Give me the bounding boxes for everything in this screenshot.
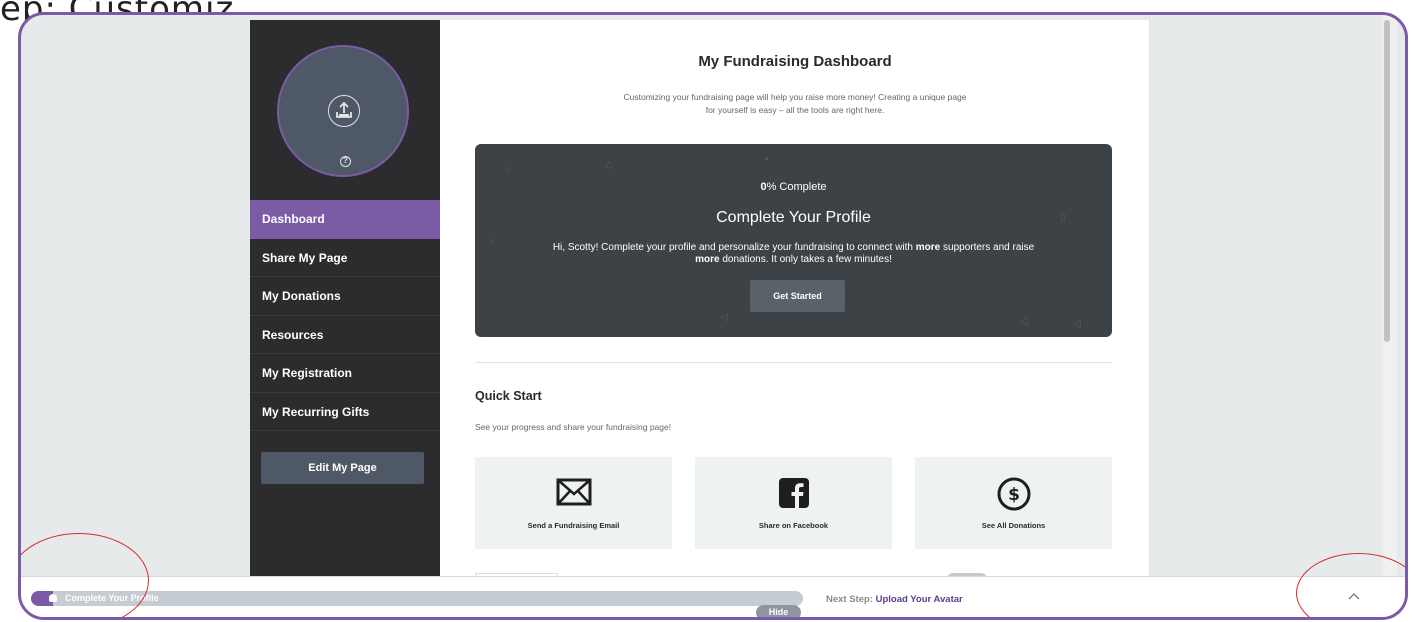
main-content: My Fundraising Dashboard Customizing you… <box>440 20 1150 583</box>
sidebar-item-my-registration[interactable]: My Registration <box>250 354 440 393</box>
completion-percent: 0% Complete <box>475 181 1112 193</box>
completion-percent-suffix: % Complete <box>766 181 827 193</box>
bottom-progress-bar: Complete Your Profile Hide Next Step: Up… <box>21 576 1405 617</box>
annotation-circle-right <box>1296 553 1405 617</box>
banner-message-c: supporters and raise <box>940 242 1035 253</box>
next-step: Next Step: Upload Your Avatar <box>826 594 963 605</box>
profile-progress[interactable]: Complete Your Profile Hide <box>31 591 803 617</box>
confetti-decoration: • <box>765 154 769 165</box>
svg-text:$: $ <box>1008 485 1020 505</box>
banner-message-a: Hi, Scotty! Complete your profile and pe… <box>552 242 916 253</box>
confetti-decoration: △ <box>605 159 613 170</box>
envelope-icon <box>475 477 672 511</box>
share-facebook-card[interactable]: Share on Facebook <box>695 457 892 549</box>
avatar-upload[interactable]: ? <box>277 45 409 177</box>
sidebar-item-dashboard[interactable]: Dashboard <box>250 200 440 239</box>
see-donations-card[interactable]: $ See All Donations <box>915 457 1112 549</box>
browser-frame: ? Dashboard Share My Page My Donations R… <box>18 12 1408 620</box>
confetti-decoration: ◁ <box>1073 319 1081 330</box>
intro-line-2: for yourself is easy – all the tools are… <box>705 105 885 115</box>
hide-button[interactable]: Hide <box>756 605 801 617</box>
sidebar-item-share-my-page[interactable]: Share My Page <box>250 239 440 277</box>
send-email-card[interactable]: Send a Fundraising Email <box>475 457 672 549</box>
banner-message-d: more <box>695 254 720 265</box>
banner-message: Hi, Scotty! Complete your profile and pe… <box>475 242 1112 266</box>
intro-line-1: Customizing your fundraising page will h… <box>623 92 967 102</box>
annotation-circle-left <box>21 533 149 617</box>
upload-icon[interactable] <box>328 95 360 127</box>
sidebar: ? Dashboard Share My Page My Donations R… <box>250 20 440 580</box>
help-icon[interactable]: ? <box>340 156 351 167</box>
banner-message-e: donations. It only takes a few minutes! <box>719 254 892 265</box>
sidebar-item-my-recurring-gifts[interactable]: My Recurring Gifts <box>250 393 440 431</box>
see-donations-label: See All Donations <box>981 521 1046 530</box>
divider <box>475 362 1112 363</box>
send-email-label: Send a Fundraising Email <box>527 521 620 530</box>
confetti-decoration: ◁ <box>720 312 728 323</box>
intro-text: Customizing your fundraising page will h… <box>440 91 1150 117</box>
banner-message-line-2: more donations. It only takes a few minu… <box>475 254 1112 266</box>
edit-my-page-button[interactable]: Edit My Page <box>261 452 424 484</box>
confetti-decoration: ◁ <box>1020 316 1028 327</box>
next-step-prefix: Next Step: <box>826 594 876 605</box>
page-title: My Fundraising Dashboard <box>698 53 892 70</box>
quick-start-subtitle: See your progress and share your fundrai… <box>475 422 672 432</box>
share-facebook-label: Share on Facebook <box>758 521 829 530</box>
banner-heading: Complete Your Profile <box>716 209 871 226</box>
facebook-icon <box>695 477 892 511</box>
banner-message-line-1: Hi, Scotty! Complete your profile and pe… <box>475 242 1112 254</box>
sidebar-nav: Dashboard Share My Page My Donations Res… <box>250 200 440 431</box>
banner-message-b: more <box>915 242 941 253</box>
profile-banner: ○ △ • ▯ ◁ ◁ ı ◁ 0% Complete Complete You… <box>475 144 1112 337</box>
quick-start-title: Quick Start <box>475 389 542 403</box>
dollar-icon: $ <box>915 477 1112 511</box>
sidebar-item-resources[interactable]: Resources <box>250 316 440 354</box>
next-step-link[interactable]: Upload Your Avatar <box>876 594 963 605</box>
get-started-button[interactable]: Get Started <box>750 280 845 312</box>
scrollbar-thumb[interactable] <box>1384 20 1390 342</box>
confetti-decoration: ○ <box>505 164 512 175</box>
sidebar-item-my-donations[interactable]: My Donations <box>250 277 440 316</box>
